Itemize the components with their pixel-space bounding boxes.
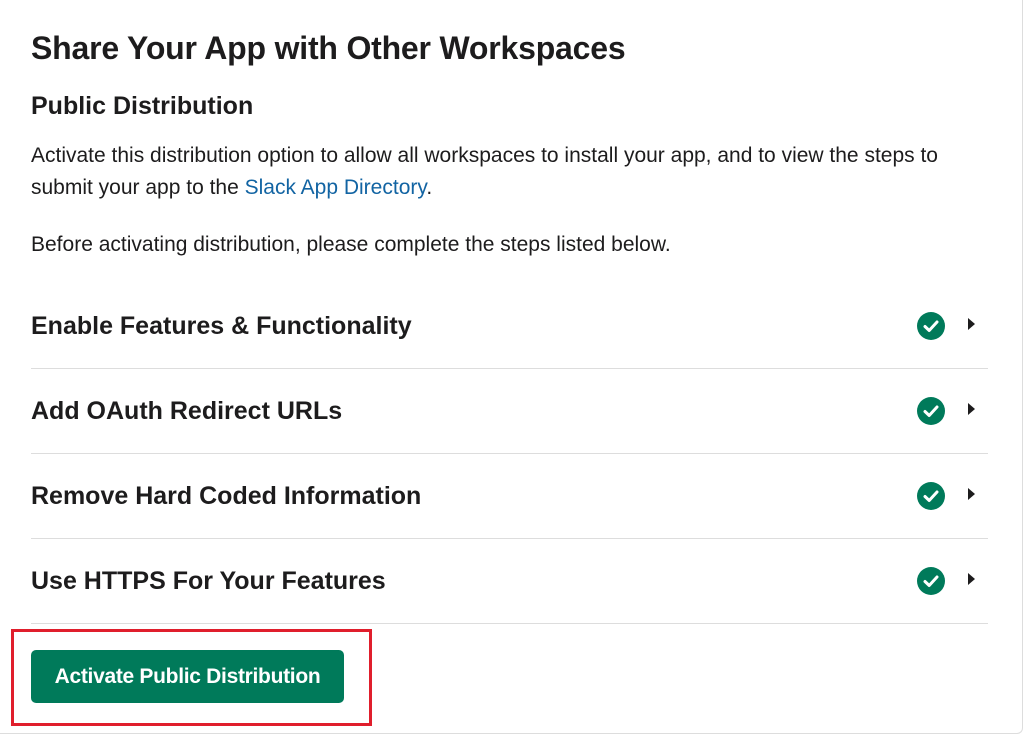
check-circle-icon [917, 567, 945, 595]
section-subtitle: Public Distribution [31, 92, 254, 120]
step-remove-hard-coded-info[interactable]: Remove Hard Coded Information [31, 454, 988, 539]
step-use-https[interactable]: Use HTTPS For Your Features [31, 539, 988, 624]
distribution-description: Activate this distribution option to all… [31, 140, 991, 204]
activate-public-distribution-button[interactable]: Activate Public Distribution [31, 650, 344, 703]
check-circle-icon [917, 482, 945, 510]
steps-list: Enable Features & Functionality Add OAut… [31, 284, 988, 624]
step-oauth-redirect-urls[interactable]: Add OAuth Redirect URLs [31, 369, 988, 454]
chevron-right-icon[interactable] [968, 318, 975, 330]
description-text: Activate this distribution option to all… [31, 144, 938, 199]
steps-note: Before activating distribution, please c… [31, 233, 671, 256]
distribution-card: Share Your App with Other Workspaces Pub… [0, 0, 1023, 734]
step-enable-features[interactable]: Enable Features & Functionality [31, 284, 988, 369]
step-label: Enable Features & Functionality [31, 312, 412, 340]
check-circle-icon [917, 312, 945, 340]
step-label: Use HTTPS For Your Features [31, 567, 386, 595]
chevron-right-icon[interactable] [968, 488, 975, 500]
page-title: Share Your App with Other Workspaces [31, 30, 626, 66]
description-end: . [426, 176, 433, 199]
chevron-right-icon[interactable] [968, 573, 975, 585]
step-label: Remove Hard Coded Information [31, 482, 422, 510]
step-label: Add OAuth Redirect URLs [31, 397, 343, 425]
slack-app-directory-link[interactable]: Slack App Directory [245, 176, 427, 199]
check-circle-icon [917, 397, 945, 425]
chevron-right-icon[interactable] [968, 403, 975, 415]
